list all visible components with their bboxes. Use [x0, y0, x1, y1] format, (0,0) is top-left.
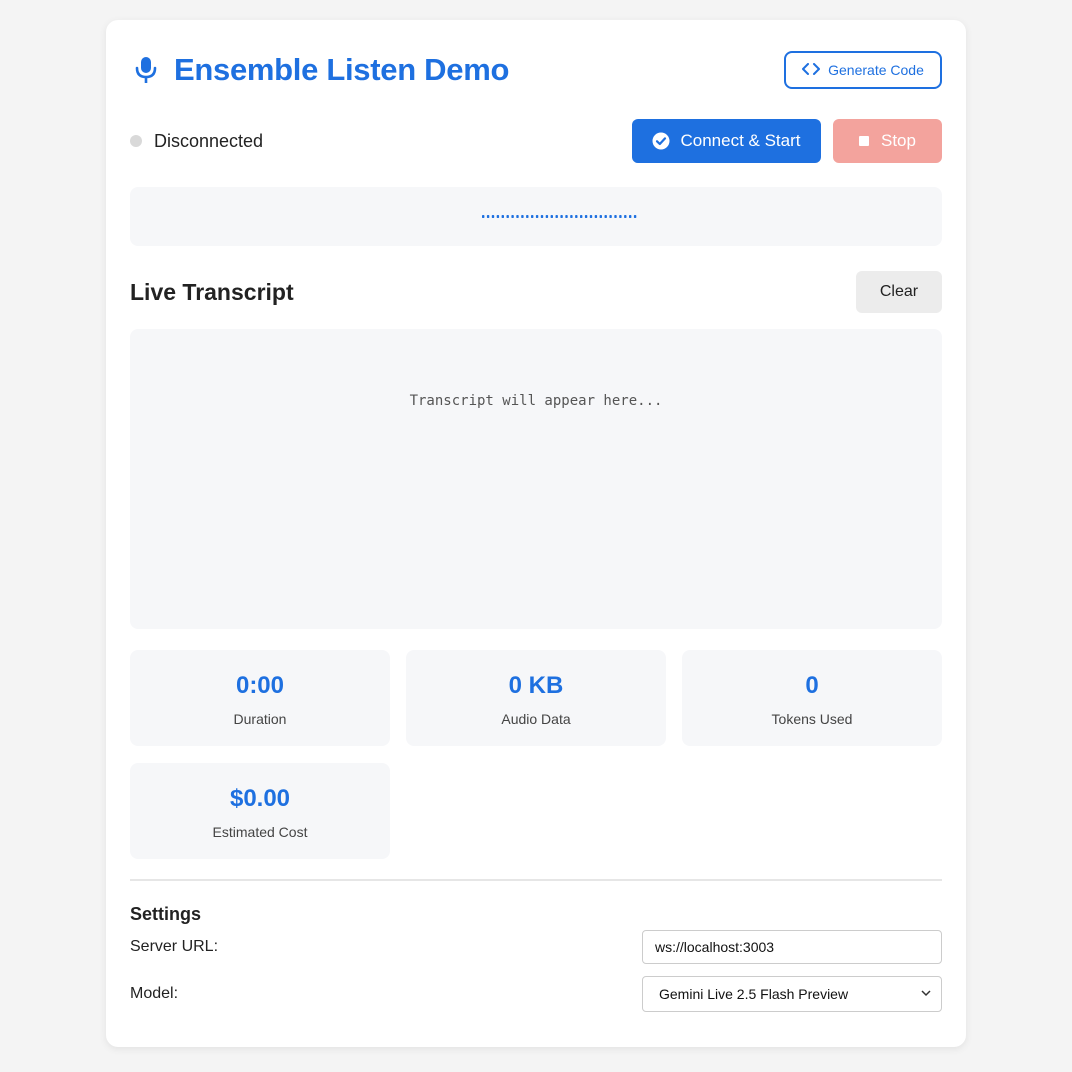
stop-button[interactable]: Stop	[833, 119, 942, 163]
stop-label: Stop	[881, 131, 916, 150]
status-dot-icon	[130, 135, 142, 147]
audio-level-bar	[540, 215, 544, 218]
microphone-icon	[130, 54, 162, 86]
stat-label: Audio Data	[501, 711, 571, 727]
audio-level-bar	[516, 215, 519, 218]
server-url-label: Server URL:	[130, 938, 219, 955]
generate-code-button[interactable]: Generate Code	[784, 51, 942, 89]
transcript-header: Live Transcript Clear	[130, 271, 942, 313]
chevron-down-icon	[921, 988, 931, 1000]
audio-level-bar	[486, 215, 490, 218]
audio-level-bar	[589, 215, 593, 218]
audio-level-bar	[521, 215, 524, 218]
transcript-placeholder: Transcript will appear here...	[409, 393, 663, 409]
stat-label: Estimated Cost	[212, 824, 308, 840]
audio-level-bar	[531, 215, 534, 218]
status-text: Disconnected	[154, 130, 264, 151]
clear-button[interactable]: Clear	[856, 271, 942, 313]
title-wrap: Ensemble Listen Demo	[130, 52, 509, 88]
audio-level-bar	[614, 215, 617, 218]
audio-level-bar	[570, 215, 573, 218]
stat-estimated-cost: $0.00 Estimated Cost	[130, 763, 390, 859]
connect-start-button[interactable]: Connect & Start	[632, 119, 821, 163]
audio-level-bar	[491, 215, 495, 218]
stat-value: 0	[805, 672, 819, 699]
stat-tokens-used: 0 Tokens Used	[682, 650, 942, 746]
divider	[130, 879, 942, 881]
connect-start-label: Connect & Start	[680, 131, 801, 150]
audio-level-bar	[511, 215, 514, 218]
settings-heading: Settings	[130, 904, 202, 924]
audio-level-bar	[550, 215, 553, 218]
audio-level-bar	[482, 215, 485, 218]
stop-square-icon	[859, 136, 869, 146]
audio-level-bar	[580, 215, 583, 218]
audio-level-bar	[624, 215, 627, 218]
audio-level-bar	[599, 215, 602, 218]
audio-level-bar	[496, 215, 500, 218]
status-row: Disconnected Connect & Start Stop	[130, 119, 942, 163]
audio-level-bar	[609, 215, 612, 218]
main-card: Ensemble Listen Demo Generate Code Disco…	[106, 20, 966, 1047]
transcript-box[interactable]: Transcript will appear here...	[130, 329, 942, 629]
page-title: Ensemble Listen Demo	[174, 52, 510, 87]
stat-value: $0.00	[229, 785, 291, 812]
audio-level-bar	[594, 215, 598, 218]
audio-level-bar	[555, 215, 558, 218]
stat-duration: 0:00 Duration	[130, 650, 390, 746]
audio-level-bar	[535, 215, 539, 218]
stat-value: 0:00	[235, 672, 285, 699]
audio-level-bar	[506, 215, 509, 218]
transcript-heading: Live Transcript	[130, 278, 294, 305]
audio-level-bar	[633, 215, 637, 218]
generate-code-label: Generate Code	[828, 62, 924, 78]
audio-level-bar	[584, 215, 588, 218]
setting-model: Model: Gemini Live 2.5 Flash Preview	[130, 976, 942, 1012]
connection-status: Disconnected	[130, 131, 263, 152]
audio-level-bar	[604, 215, 607, 218]
control-buttons: Connect & Start Stop	[632, 119, 942, 163]
audio-level-bar	[629, 215, 632, 218]
audio-level-bar	[501, 215, 504, 218]
audio-level-bar	[560, 215, 563, 218]
check-circle-icon	[652, 132, 670, 150]
model-label: Model:	[130, 985, 179, 1002]
setting-server-url: Server URL:	[130, 930, 942, 964]
audio-level-bar	[619, 215, 622, 218]
stat-audio-data: 0 KB Audio Data	[406, 650, 666, 746]
audio-level-bar	[545, 215, 549, 218]
server-url-input[interactable]	[642, 930, 942, 964]
audio-level-bar	[526, 215, 529, 218]
model-selected-value: Gemini Live 2.5 Flash Preview	[659, 986, 849, 1002]
audio-level-bar	[575, 215, 578, 218]
stat-label: Tokens Used	[771, 711, 853, 727]
model-select[interactable]: Gemini Live 2.5 Flash Preview	[642, 976, 942, 1012]
audio-visualizer	[130, 187, 942, 246]
audio-level-bar	[565, 215, 568, 218]
audio-level-dots	[482, 215, 637, 218]
header: Ensemble Listen Demo Generate Code	[130, 49, 942, 91]
code-brackets-icon	[802, 62, 821, 78]
stat-label: Duration	[233, 711, 287, 727]
stat-value: 0 KB	[508, 672, 564, 699]
